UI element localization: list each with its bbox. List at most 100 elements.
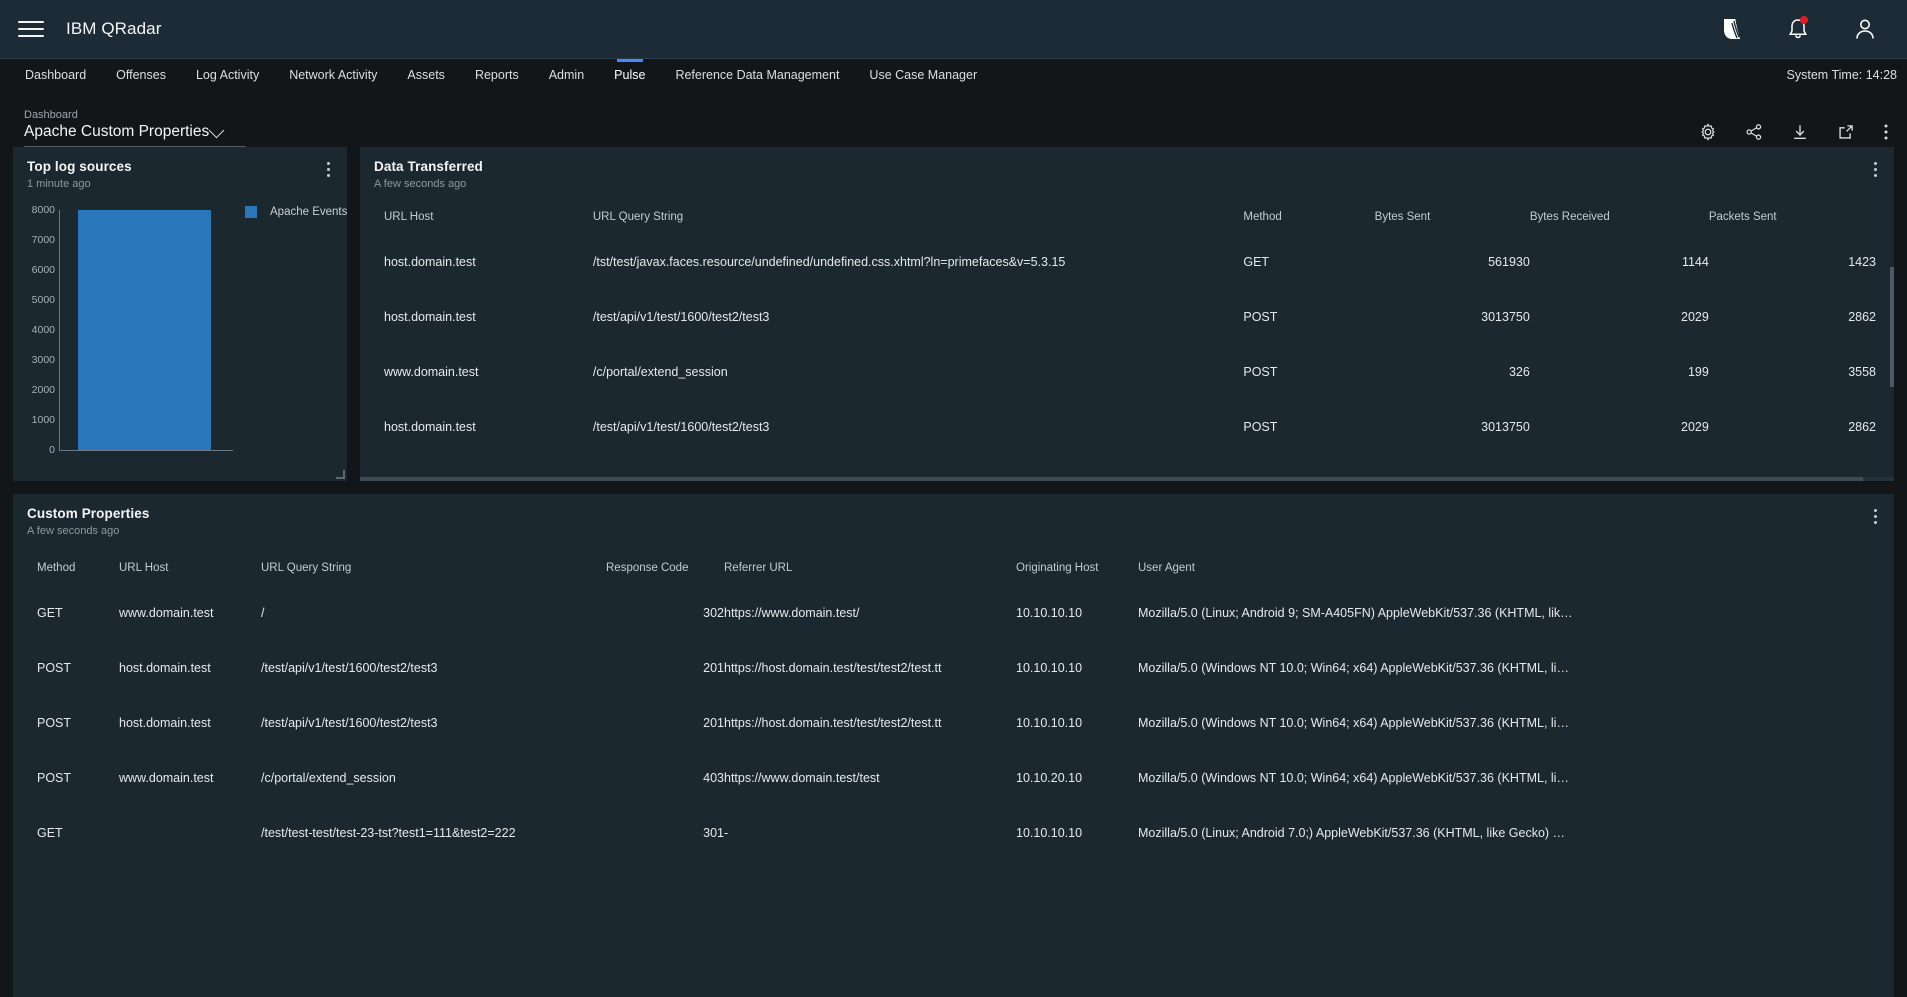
table-row[interactable]: www.domain.test / GET 113 246 7495: [384, 454, 1876, 468]
dashboard-selector-label: Dashboard: [24, 108, 246, 122]
cell-url-host: www.domain.test: [384, 344, 593, 399]
nav-label: Log Activity: [196, 68, 259, 82]
column-header-method[interactable]: Method: [1243, 200, 1374, 234]
widget-data-transferred: Data Transferred A few seconds ago URL H…: [360, 147, 1894, 481]
table-header-row: Method URL Host URL Query String Respons…: [37, 551, 1876, 585]
legend-swatch: [245, 206, 257, 218]
overflow-menu-icon[interactable]: [1868, 160, 1882, 178]
cell-url-query-string: /test/api/v1/test/1600/test2/test3: [261, 695, 606, 750]
table-horizontal-scrollbar[interactable]: [360, 477, 1894, 481]
column-header-bytes-sent[interactable]: Bytes Sent: [1375, 200, 1530, 234]
dashboard-toolbar: Dashboard Apache Custom Properties: [0, 90, 1907, 147]
nav-item-reports[interactable]: Reports: [460, 59, 534, 90]
cell-packets-sent: 2862: [1709, 399, 1876, 454]
nav-item-dashboard[interactable]: Dashboard: [10, 59, 101, 90]
column-header-user-agent[interactable]: User Agent: [1138, 551, 1876, 585]
legend-label[interactable]: Apache Events 1: [270, 206, 347, 218]
table-row[interactable]: GET /test/test-test/test-23-tst?test1=11…: [37, 805, 1876, 860]
cell-response-code: 302: [606, 585, 724, 640]
gear-icon[interactable]: [1699, 123, 1717, 141]
cell-packets-sent: 1423: [1709, 234, 1876, 289]
custom-properties-table: Method URL Host URL Query String Respons…: [37, 551, 1876, 860]
bell-icon[interactable]: [1787, 17, 1809, 41]
nav-item-network-activity[interactable]: Network Activity: [274, 59, 392, 90]
shield-icon[interactable]: [1721, 17, 1743, 41]
widget-title: Custom Properties: [27, 506, 1878, 521]
cell-response-code: 403: [606, 750, 724, 805]
column-header-url-host[interactable]: URL Host: [384, 200, 593, 234]
nav-item-assets[interactable]: Assets: [392, 59, 460, 90]
nav-label: Reference Data Management: [675, 68, 839, 82]
cell-packets-sent: 3558: [1709, 344, 1876, 399]
column-header-referrer-url[interactable]: Referrer URL: [724, 551, 1016, 585]
nav-item-use-case-manager[interactable]: Use Case Manager: [854, 59, 992, 90]
column-header-url-query-string[interactable]: URL Query String: [261, 551, 606, 585]
column-header-url-host[interactable]: URL Host: [119, 551, 261, 585]
cell-user-agent: Mozilla/5.0 (Windows NT 10.0; Win64; x64…: [1138, 750, 1876, 805]
cell-bytes-sent: 326: [1375, 344, 1530, 399]
cell-method: GET: [1243, 234, 1374, 289]
widget-header: Top log sources 1 minute ago: [13, 147, 347, 190]
cell-url-host: host.domain.test: [384, 234, 593, 289]
dashboard-selector[interactable]: Dashboard Apache Custom Properties: [24, 108, 246, 147]
table-row[interactable]: host.domain.test /test/api/v1/test/1600/…: [384, 399, 1876, 454]
overflow-menu-icon[interactable]: [1883, 123, 1889, 141]
widget-title: Data Transferred: [374, 159, 1878, 174]
cell-referrer-url: https://host.domain.test/test/test2/test…: [724, 640, 1016, 695]
cell-url-query-string: /: [261, 585, 606, 640]
cell-url-host: www.domain.test: [119, 585, 261, 640]
table-row[interactable]: POST host.domain.test /test/api/v1/test/…: [37, 640, 1876, 695]
nav-item-reference-data-management[interactable]: Reference Data Management: [660, 59, 854, 90]
cell-bytes-received: 2029: [1530, 289, 1709, 344]
share-icon[interactable]: [1745, 123, 1763, 141]
widget-resize-handle[interactable]: [336, 470, 345, 479]
bar-apache-events-1[interactable]: [78, 210, 211, 450]
table-row[interactable]: host.domain.test /test/api/v1/test/1600/…: [384, 289, 1876, 344]
cell-bytes-received: 199: [1530, 344, 1709, 399]
widget-row-top: Top log sources 1 minute ago 8000 7000 6…: [13, 147, 1894, 481]
widget-subtitle: 1 minute ago: [27, 178, 331, 190]
y-tick-label: 0: [13, 444, 55, 456]
cell-response-code: 201: [606, 640, 724, 695]
widget-subtitle: A few seconds ago: [27, 525, 1878, 537]
column-header-originating-host[interactable]: Originating Host: [1016, 551, 1138, 585]
table-vertical-scrollbar[interactable]: [1890, 267, 1894, 467]
data-transferred-table-container: URL Host URL Query String Method Bytes S…: [360, 200, 1894, 468]
dashboard-tool-icons: [1699, 123, 1889, 147]
nav-item-admin[interactable]: Admin: [534, 59, 599, 90]
widget-title: Top log sources: [27, 159, 331, 174]
user-avatar-icon[interactable]: [1853, 17, 1877, 41]
cell-referrer-url: https://host.domain.test/test/test2/test…: [724, 695, 1016, 750]
cell-url-query-string: /: [593, 454, 1244, 468]
cell-user-agent: Mozilla/5.0 (Windows NT 10.0; Win64; x64…: [1138, 640, 1876, 695]
nav-item-pulse[interactable]: Pulse: [599, 59, 660, 90]
table-row[interactable]: POST host.domain.test /test/api/v1/test/…: [37, 695, 1876, 750]
external-link-icon[interactable]: [1837, 123, 1855, 141]
column-header-response-code[interactable]: Response Code: [606, 551, 724, 585]
hamburger-icon[interactable]: [18, 16, 44, 42]
scrollbar-thumb[interactable]: [360, 477, 1863, 481]
table-row[interactable]: host.domain.test /tst/test/javax.faces.r…: [384, 234, 1876, 289]
cell-url-host: www.domain.test: [119, 750, 261, 805]
cell-url-query-string: /c/portal/extend_session: [593, 344, 1244, 399]
custom-properties-table-container: Method URL Host URL Query String Respons…: [13, 551, 1894, 860]
column-header-url-query-string[interactable]: URL Query String: [593, 200, 1244, 234]
nav-item-offenses[interactable]: Offenses: [101, 59, 181, 90]
column-header-bytes-received[interactable]: Bytes Received: [1530, 200, 1709, 234]
column-header-packets-sent[interactable]: Packets Sent: [1709, 200, 1876, 234]
nav-item-log-activity[interactable]: Log Activity: [181, 59, 274, 90]
table-row[interactable]: GET www.domain.test / 302 https://www.do…: [37, 585, 1876, 640]
cell-url-host: [119, 805, 261, 860]
table-row[interactable]: POST www.domain.test /c/portal/extend_se…: [37, 750, 1876, 805]
chart-y-axis: 8000 7000 6000 5000 4000 3000 2000 1000 …: [13, 198, 55, 456]
nav-label: Reports: [475, 68, 519, 82]
column-header-method[interactable]: Method: [37, 551, 119, 585]
cell-method: GET: [37, 585, 119, 640]
y-tick-label: 6000: [13, 264, 55, 276]
overflow-menu-icon[interactable]: [321, 160, 335, 178]
overflow-menu-icon[interactable]: [1868, 507, 1882, 525]
cell-user-agent: Mozilla/5.0 (Linux; Android 7.0;) AppleW…: [1138, 805, 1876, 860]
table-row[interactable]: www.domain.test /c/portal/extend_session…: [384, 344, 1876, 399]
download-icon[interactable]: [1791, 123, 1809, 141]
cell-url-query-string: /c/portal/extend_session: [261, 750, 606, 805]
